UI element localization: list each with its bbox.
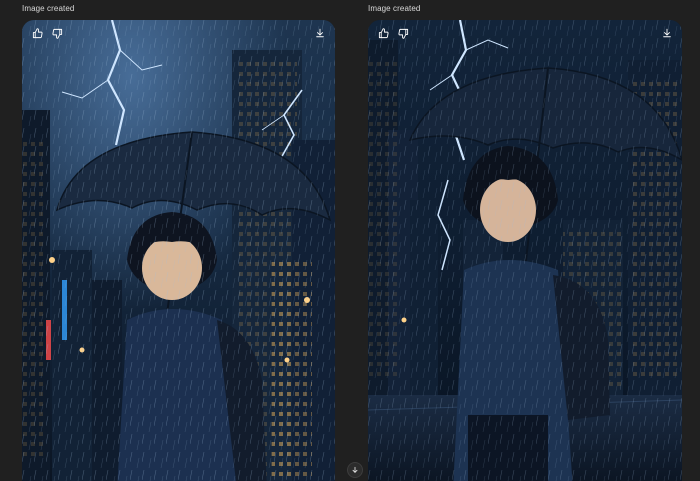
image-actions bbox=[376, 26, 410, 40]
chat-canvas: Image created Image created bbox=[0, 0, 700, 481]
image-caption: Image created bbox=[22, 4, 75, 13]
thumbs-up-icon[interactable] bbox=[30, 26, 44, 40]
generated-image-card[interactable] bbox=[22, 20, 335, 481]
image-actions bbox=[30, 26, 64, 40]
download-icon[interactable] bbox=[660, 26, 674, 40]
thumbs-up-icon[interactable] bbox=[376, 26, 390, 40]
thumbs-down-icon[interactable] bbox=[396, 26, 410, 40]
image-caption: Image created bbox=[368, 4, 421, 13]
scroll-down-button[interactable] bbox=[347, 462, 363, 478]
generated-image bbox=[22, 20, 335, 481]
thumbs-down-icon[interactable] bbox=[50, 26, 64, 40]
arrow-down-icon bbox=[352, 466, 358, 473]
download-icon[interactable] bbox=[313, 26, 327, 40]
generated-image-card[interactable] bbox=[368, 20, 682, 481]
generated-image bbox=[368, 20, 682, 481]
